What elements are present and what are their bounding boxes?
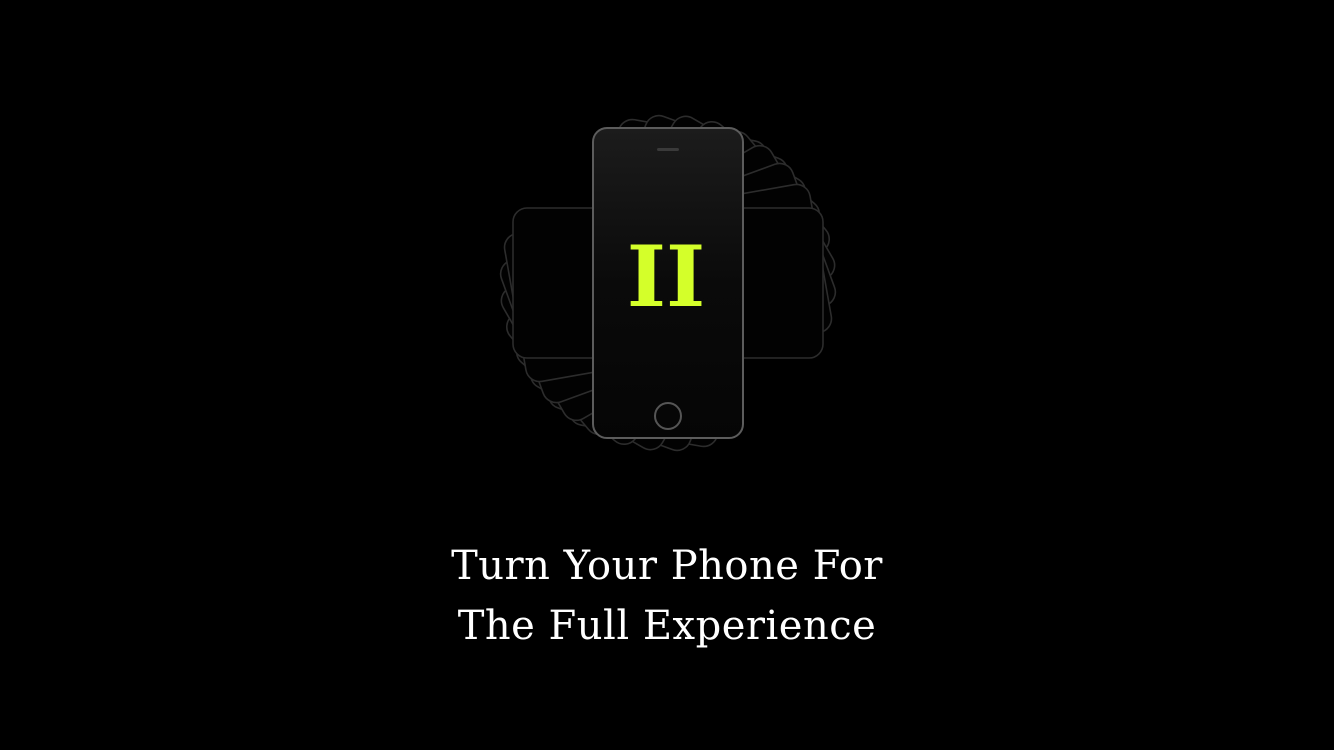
rotate-instruction: Turn Your Phone For The Full Experience <box>0 536 1334 656</box>
logo-mark: II <box>627 227 706 326</box>
phone-icon: II <box>592 127 744 439</box>
home-button <box>654 402 682 430</box>
instruction-line-2: The Full Experience <box>457 603 877 649</box>
speaker-slot <box>657 148 679 151</box>
rotate-device-screen: II Turn Your Phone For The Full Experien… <box>0 0 1334 750</box>
instruction-line-1: Turn Your Phone For <box>451 543 883 589</box>
